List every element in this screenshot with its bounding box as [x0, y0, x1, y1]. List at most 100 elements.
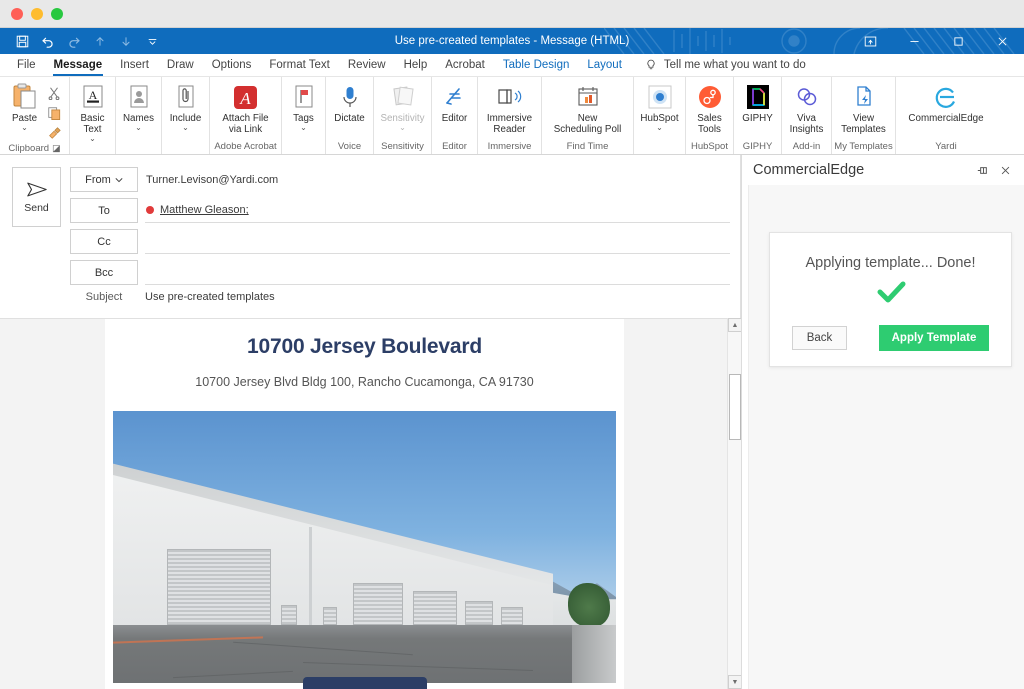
include-button[interactable]: Include ⌄ [164, 80, 208, 132]
sensitivity-chevron-down-icon: ⌄ [399, 123, 406, 132]
tab-review[interactable]: Review [339, 56, 395, 75]
sensitivity-button: Sensitivity ⌄ [376, 80, 430, 132]
cut-icon[interactable] [44, 84, 64, 101]
ribbon-display-options-icon[interactable] [848, 28, 892, 54]
customize-qat-chevron-down-icon[interactable] [140, 30, 164, 52]
scroll-down-button[interactable]: ▼ [728, 675, 742, 689]
tab-acrobat[interactable]: Acrobat [436, 56, 494, 75]
ribbon-group-label-editor: Editor [442, 141, 467, 152]
copy-icon[interactable] [44, 104, 64, 121]
undo-icon[interactable] [36, 30, 60, 52]
to-label: To [98, 204, 110, 217]
immersive-reader-button[interactable]: Immersive Reader [480, 80, 540, 135]
send-button[interactable]: Send [12, 167, 61, 227]
tab-help[interactable]: Help [395, 56, 437, 75]
from-button[interactable]: From [70, 167, 138, 192]
back-button[interactable]: Back [792, 326, 847, 350]
save-icon[interactable] [10, 30, 34, 52]
bcc-button[interactable]: Bcc [70, 260, 138, 285]
commercialedge-button[interactable]: CommercialEdge [898, 80, 994, 124]
viva-insights-button[interactable]: Viva Insights [785, 80, 829, 135]
to-field[interactable]: Matthew Gleason; [145, 198, 730, 223]
window-controls [848, 28, 1024, 54]
mac-close-button[interactable] [11, 7, 23, 20]
ribbon-group-label-giphy: GIPHY [742, 141, 773, 152]
giphy-button[interactable]: GIPHY [736, 80, 780, 124]
dictate-button[interactable]: Dictate [328, 80, 372, 124]
paste-button[interactable]: Paste ⌄ [6, 80, 44, 132]
attach-file-via-link-label: Attach File via Link [222, 113, 269, 135]
tags-chevron-down-icon[interactable]: ⌄ [300, 124, 307, 132]
include-chevron-down-icon[interactable]: ⌄ [182, 124, 189, 132]
sales-tools-label: Sales Tools [697, 113, 722, 135]
scrollbar-thumb[interactable] [729, 374, 741, 440]
immersive-reader-icon [495, 82, 525, 112]
flag-icon [291, 82, 317, 112]
compose-header: Send From Turner.Levison@Yardi.com To Ma… [0, 155, 741, 318]
cc-button[interactable]: Cc [70, 229, 138, 254]
email-template-card: 10700 Jersey Boulevard 10700 Jersey Blvd… [105, 319, 624, 689]
bcc-field[interactable] [145, 260, 730, 285]
clipboard-dialog-launcher-icon[interactable]: ◪ [52, 141, 61, 156]
personnel-door [323, 607, 337, 625]
personnel-door [281, 605, 297, 625]
ribbon-group-immersive: Immersive Reader Immersive [478, 77, 542, 154]
ribbon-group-label-add-in: Add-in [792, 141, 821, 152]
tab-draw[interactable]: Draw [158, 56, 203, 75]
property-address: 10700 Jersey Blvd Bldg 100, Rancho Cucam… [195, 375, 534, 389]
downspout [309, 527, 312, 625]
paperclip-icon [173, 82, 199, 112]
basic-text-button[interactable]: A Basic Text ⌄ [71, 80, 115, 143]
subject-input[interactable]: Use pre-created templates [145, 291, 275, 303]
to-button[interactable]: To [70, 198, 138, 223]
ribbon-group-label-adobe-acrobat: Adobe Acrobat [214, 141, 277, 152]
apply-template-button[interactable]: Apply Template [879, 325, 989, 351]
tab-options[interactable]: Options [203, 56, 261, 75]
paste-chevron-down-icon[interactable]: ⌄ [21, 124, 28, 132]
scroll-up-button[interactable]: ▲ [728, 318, 742, 332]
basic-text-chevron-down-icon[interactable]: ⌄ [89, 135, 96, 143]
tab-table-design[interactable]: Table Design [494, 56, 578, 75]
close-icon[interactable] [994, 159, 1016, 181]
editor-button[interactable]: Editor [433, 80, 477, 124]
mac-minimize-button[interactable] [31, 7, 43, 20]
names-button[interactable]: Names ⌄ [117, 80, 161, 132]
maximize-icon[interactable] [936, 28, 980, 54]
body-vertical-scrollbar[interactable]: ▲ ▼ [727, 318, 742, 689]
tab-message[interactable]: Message [45, 56, 112, 76]
names-chevron-down-icon[interactable]: ⌄ [135, 124, 142, 132]
mac-zoom-button[interactable] [51, 7, 63, 20]
scheduling-poll-icon [574, 82, 602, 112]
tags-button[interactable]: Tags ⌄ [282, 80, 326, 132]
close-icon[interactable] [980, 28, 1024, 54]
tab-insert[interactable]: Insert [111, 56, 158, 75]
ribbon-group-adobe-acrobat: A Attach File via Link Adobe Acrobat [210, 77, 282, 154]
commercialedge-icon [932, 82, 960, 112]
tab-format-text[interactable]: Format Text [260, 56, 339, 75]
attach-file-via-link-button[interactable]: A Attach File via Link [213, 80, 279, 135]
tell-me-label: Tell me what you want to do [663, 59, 806, 71]
to-row: To Matthew Gleason; [70, 198, 730, 223]
format-painter-icon[interactable] [44, 124, 64, 141]
pin-icon[interactable] [972, 159, 994, 181]
ribbon-group-hubspot: Sales Tools HubSpot [686, 77, 734, 154]
message-body-canvas[interactable]: 10700 Jersey Boulevard 10700 Jersey Blvd… [0, 318, 741, 689]
hubspot-button[interactable]: HubSpot ⌄ [636, 80, 684, 132]
view-templates-label: View Templates [841, 113, 886, 135]
viva-insights-label: Viva Insights [789, 113, 824, 135]
ribbon-tab-strip: File Message Insert Draw Options Format … [0, 54, 1024, 77]
ribbon-group-my-templates: View Templates My Templates [832, 77, 896, 154]
cta-button[interactable] [302, 677, 427, 689]
tell-me-search[interactable]: Tell me what you want to do [645, 58, 806, 72]
tab-layout[interactable]: Layout [578, 56, 631, 75]
new-scheduling-poll-button[interactable]: New Scheduling Poll [544, 80, 632, 135]
view-templates-button[interactable]: View Templates [834, 80, 894, 135]
ribbon-group-label-sensitivity: Sensitivity [381, 141, 424, 152]
minimize-icon[interactable] [892, 28, 936, 54]
sales-tools-button[interactable]: Sales Tools [688, 80, 732, 135]
hubspot-chevron-down-icon[interactable]: ⌄ [656, 124, 663, 132]
new-scheduling-poll-label: New Scheduling Poll [553, 113, 622, 135]
tab-file[interactable]: File [8, 56, 45, 75]
cc-field[interactable] [145, 229, 730, 254]
commercialedge-label: CommercialEdge [908, 113, 984, 124]
